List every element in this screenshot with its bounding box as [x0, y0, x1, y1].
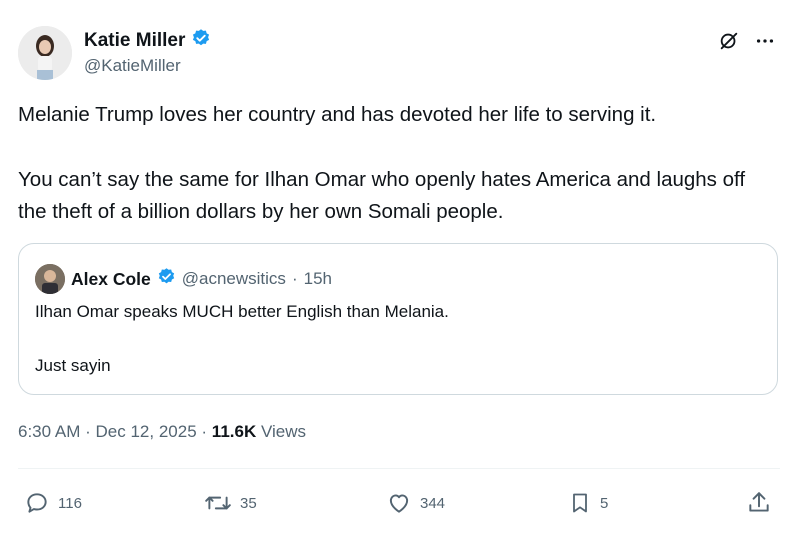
tweet-date[interactable]: Dec 12, 2025 [96, 422, 197, 441]
bookmark-count: 5 [600, 494, 609, 512]
like-icon [386, 490, 412, 516]
tweet-paragraph-2: You can’t say the same for Ilhan Omar wh… [18, 168, 746, 223]
bookmark-button[interactable]: 5 [568, 490, 608, 516]
quoted-tweet[interactable]: Alex Cole @acnewsitics · 15h Ilhan Omar … [18, 243, 778, 395]
quoted-text-line-2: Just sayin [35, 356, 111, 375]
like-button[interactable]: 344 [386, 490, 445, 516]
divider [18, 468, 780, 469]
meta-dot-2: · [201, 422, 208, 441]
reply-button[interactable]: 116 [24, 490, 82, 516]
author-handle[interactable]: @KatieMiller [84, 56, 181, 76]
bookmark-icon [568, 490, 592, 516]
quoted-header: Alex Cole @acnewsitics · 15h [35, 264, 332, 294]
views-count: 11.6K [211, 422, 257, 441]
tweet-time[interactable]: 6:30 AM [18, 422, 80, 441]
meta-dot-1: · [85, 422, 91, 441]
repost-count: 35 [240, 494, 257, 512]
author-name-row: Katie Miller [84, 28, 211, 53]
top-actions [718, 30, 776, 57]
share-icon [746, 490, 772, 516]
views-label: Views [260, 422, 307, 441]
author-name[interactable]: Katie Miller [84, 30, 185, 52]
verified-badge-icon [191, 28, 211, 53]
quoted-name[interactable]: Alex Cole [71, 269, 151, 290]
reply-icon [24, 490, 50, 516]
quoted-text-line-1: Ilhan Omar speaks MUCH better English th… [35, 302, 449, 321]
grok-icon[interactable] [718, 30, 740, 57]
reply-count: 116 [58, 494, 82, 512]
author-avatar[interactable] [18, 26, 72, 80]
quoted-separator: · [291, 269, 298, 288]
quoted-handle[interactable]: @acnewsitics [182, 269, 286, 289]
repost-button[interactable]: 35 [204, 490, 257, 516]
verified-badge-icon [157, 267, 176, 291]
tweet-paragraph-1: Melanie Trump loves her country and has … [18, 103, 657, 126]
more-icon[interactable] [754, 30, 776, 57]
tweet-meta: 6:30 AM · Dec 12, 2025 · 11.6K Views [18, 422, 306, 442]
share-button[interactable] [746, 490, 772, 516]
repost-icon [204, 490, 232, 516]
like-count: 344 [420, 494, 446, 512]
quoted-avatar[interactable] [35, 264, 65, 294]
quoted-time[interactable]: 15h [304, 269, 332, 289]
